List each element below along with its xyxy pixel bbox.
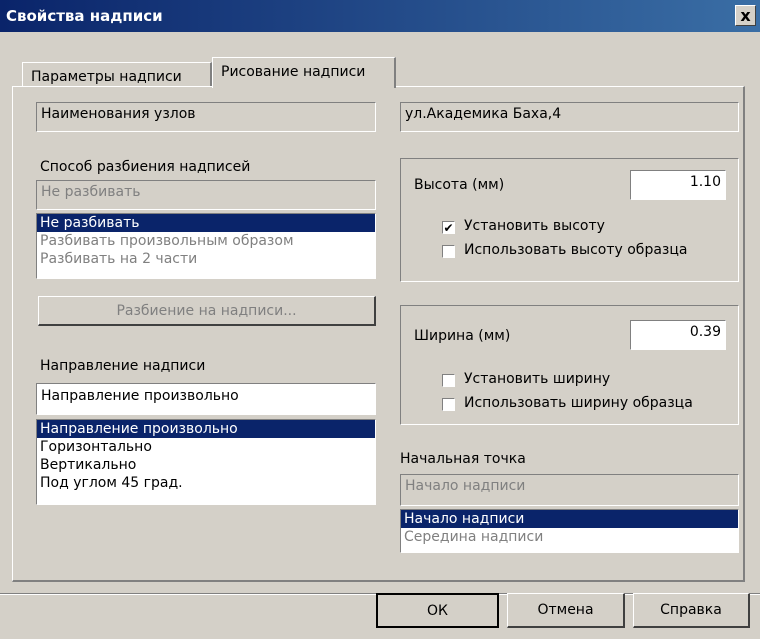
cancel-button[interactable]: Отмена (507, 593, 625, 628)
list-item[interactable]: Горизонтально (37, 438, 375, 456)
use-sample-height-label: Использовать высоту образца (464, 242, 688, 258)
height-input[interactable]: 1.10 (630, 170, 726, 200)
height-label: Высота (мм) (414, 177, 505, 193)
set-height-label: Установить высоту (464, 218, 605, 234)
start-point-label: Начальная точка (400, 451, 526, 467)
use-sample-width-label: Использовать ширину образца (464, 395, 693, 411)
label-text-field: ул.Академика Баха,4 (400, 102, 739, 132)
ok-button[interactable]: ОК (376, 593, 499, 628)
split-method-combo[interactable]: Не разбивать (36, 180, 376, 210)
list-item[interactable]: Разбивать произвольным образом (37, 232, 375, 250)
split-method-label: Способ разбиения надписей (40, 159, 251, 175)
list-item[interactable]: Разбивать на 2 части (37, 250, 375, 268)
set-height-checkbox[interactable]: ✔ (442, 221, 455, 234)
use-sample-height-checkbox[interactable] (442, 245, 455, 258)
list-item[interactable]: Вертикально (37, 456, 375, 474)
width-input[interactable]: 0.39 (630, 320, 726, 350)
start-point-combo[interactable]: Начало надписи (400, 474, 739, 506)
start-point-list[interactable]: Начало надписи Середина надписи (400, 509, 739, 553)
list-item[interactable]: Не разбивать (37, 214, 375, 232)
close-button[interactable]: x (735, 5, 756, 26)
direction-list[interactable]: Направление произвольно Горизонтально Ве… (36, 419, 376, 505)
width-label: Ширина (мм) (414, 328, 511, 344)
list-item[interactable]: Под углом 45 град. (37, 474, 375, 492)
split-method-list[interactable]: Не разбивать Разбивать произвольным обра… (36, 213, 376, 279)
use-sample-width-checkbox[interactable] (442, 398, 455, 411)
layer-name-field: Наименования узлов (36, 102, 376, 132)
window-title: Свойства надписи (6, 7, 163, 25)
list-item[interactable]: Направление произвольно (37, 420, 375, 438)
help-button[interactable]: Справка (633, 593, 750, 628)
set-width-checkbox[interactable] (442, 374, 455, 387)
direction-combo[interactable]: Направление произвольно (36, 383, 376, 415)
set-width-label: Установить ширину (464, 371, 611, 387)
tab-label-parameters[interactable]: Параметры надписи (22, 62, 212, 87)
direction-label: Направление надписи (40, 358, 206, 374)
list-item[interactable]: Начало надписи (401, 510, 738, 528)
list-item[interactable]: Середина надписи (401, 528, 738, 546)
split-labels-button[interactable]: Разбиение на надписи... (38, 296, 376, 326)
tab-label-drawing[interactable]: Рисование надписи (212, 57, 396, 88)
